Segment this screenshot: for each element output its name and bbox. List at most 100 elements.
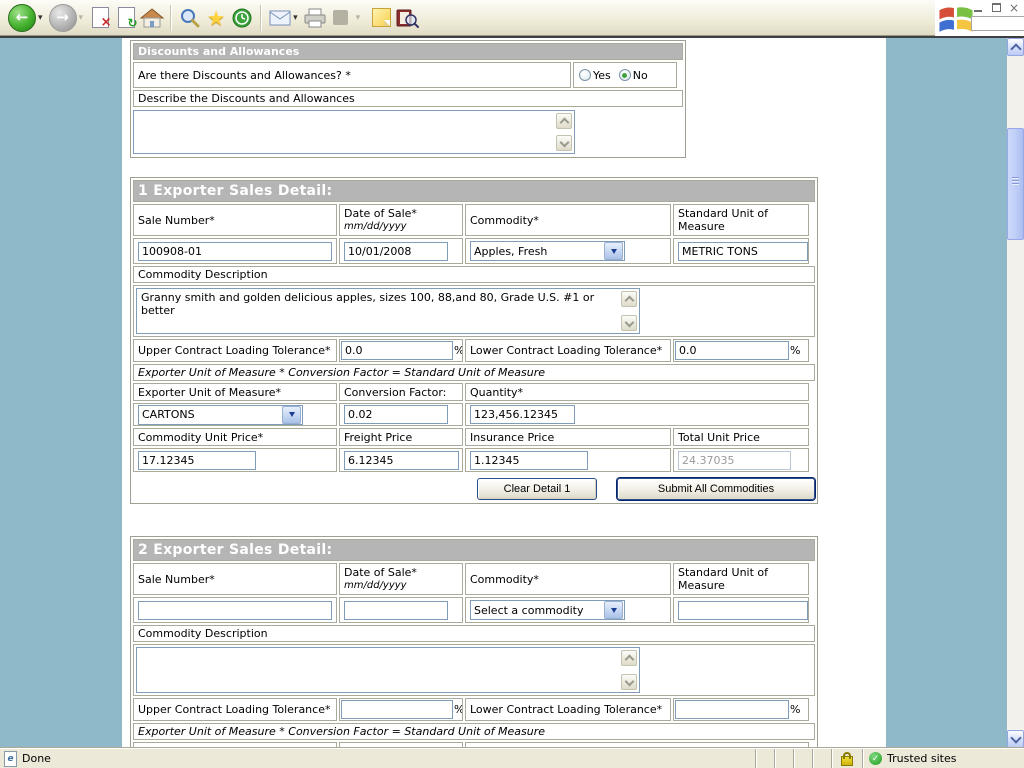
commodity-description-cell: Granny smith and golden delicious apples…: [133, 285, 815, 337]
research-icon: [395, 7, 419, 29]
commodity-select[interactable]: Apples, Fresh: [470, 241, 625, 261]
scroll-down-button[interactable]: [1007, 730, 1024, 748]
windows-logo-icon: [938, 3, 974, 34]
yes-label: Yes: [593, 69, 611, 82]
print-icon: [303, 8, 327, 28]
date-of-sale-input[interactable]: [344, 601, 448, 620]
insurance-price-label: Insurance Price: [465, 428, 671, 446]
submit-all-commodities-button[interactable]: Submit All Commodities: [617, 478, 815, 500]
freight-price-input[interactable]: [344, 451, 459, 470]
scroll-up-button[interactable]: [1007, 38, 1024, 56]
commodity-label: Commodity*: [465, 563, 671, 595]
standard-unit-input[interactable]: [678, 242, 808, 261]
close-button[interactable]: ×: [1008, 2, 1020, 13]
security-zone-text: Trusted sites: [887, 752, 957, 765]
home-icon: [140, 7, 164, 29]
status-bar: e Done ✓ Trusted sites: [0, 748, 1024, 768]
lock-icon: [841, 756, 853, 766]
textarea-scroll-down-icon[interactable]: [556, 135, 572, 151]
textarea-scroll-up-icon[interactable]: [621, 650, 637, 666]
commodity-description-textarea[interactable]: Granny smith and golden delicious apples…: [136, 288, 640, 334]
discounts-description-textarea[interactable]: [133, 110, 575, 154]
radio-unselected-icon: [579, 69, 591, 81]
research-button[interactable]: [394, 4, 420, 32]
security-zone-pane[interactable]: ✓ Trusted sites: [862, 749, 1024, 768]
commodity-description-label: Commodity Description: [133, 266, 815, 283]
minimize-button[interactable]: [972, 2, 984, 13]
upper-tolerance-label: Upper Contract Loading Tolerance*: [133, 698, 337, 721]
textarea-scroll-up-icon[interactable]: [556, 113, 572, 129]
discounts-header: Discounts and Allowances: [133, 43, 683, 60]
search-button[interactable]: [177, 4, 203, 32]
print-button[interactable]: [302, 4, 328, 32]
percent-sign: %: [790, 344, 800, 357]
upper-tolerance-label: Upper Contract Loading Tolerance*: [133, 339, 337, 362]
discounts-yes-radio[interactable]: Yes: [579, 69, 611, 82]
section-2-header: 2 Exporter Sales Detail:: [133, 539, 815, 561]
home-button[interactable]: [139, 4, 165, 32]
page-viewport: Discounts and Allowances Are there Disco…: [0, 38, 1024, 748]
forward-button[interactable]: → ▾: [47, 2, 86, 34]
statusbar-segment: [812, 749, 831, 768]
upper-tolerance-input[interactable]: [341, 341, 453, 360]
textarea-scroll-down-icon[interactable]: [621, 674, 637, 690]
mail-dropdown-icon[interactable]: ▾: [293, 13, 298, 23]
toolbar-separator: [260, 5, 262, 31]
lower-tolerance-label: Lower Contract Loading Tolerance*: [465, 698, 671, 721]
trusted-zone-icon: ✓: [869, 752, 882, 765]
mail-button[interactable]: ▾: [267, 2, 300, 34]
statusbar-segment: [774, 749, 793, 768]
exporter-unit-label: Exporter Unit of Measure*: [133, 383, 337, 401]
discounts-no-radio[interactable]: No: [619, 69, 648, 82]
commodity-unit-price-label: Commodity Unit Price*: [133, 428, 337, 446]
standard-unit-input[interactable]: [678, 601, 808, 620]
sale-number-label: Sale Number*: [133, 204, 337, 236]
browser-toolbar: ← ▾ → ▾ × ↻ ★: [0, 0, 1024, 36]
stop-icon: ×: [92, 7, 109, 28]
discuss-button[interactable]: [368, 4, 394, 32]
forward-icon: →: [49, 4, 77, 32]
commodity-select[interactable]: Select a commodity: [470, 600, 625, 620]
exporter-sales-detail-2-box: 2 Exporter Sales Detail: Sale Number* Da…: [130, 536, 818, 748]
percent-sign: %: [790, 703, 800, 716]
upper-tolerance-input[interactable]: [341, 700, 453, 719]
edit-button: [328, 4, 354, 32]
scrollbar-thumb[interactable]: [1007, 128, 1024, 240]
commodity-unit-price-input[interactable]: [138, 451, 256, 470]
back-button[interactable]: ← ▾: [6, 2, 45, 34]
favorites-button[interactable]: ★: [203, 4, 229, 32]
window-controls: ×: [972, 2, 1020, 13]
conversion-factor-input[interactable]: [344, 405, 448, 424]
statusbar-segment: [793, 749, 812, 768]
sale-number-input[interactable]: [138, 242, 332, 261]
back-dropdown-icon[interactable]: ▾: [38, 13, 43, 23]
textarea-scroll-up-icon[interactable]: [621, 291, 637, 307]
sale-number-input[interactable]: [138, 601, 332, 620]
history-button[interactable]: [229, 4, 255, 32]
commodity-description-textarea[interactable]: [136, 647, 640, 693]
percent-sign: %: [454, 344, 463, 357]
no-label: No: [633, 69, 648, 82]
lower-tolerance-input[interactable]: [675, 700, 789, 719]
edit-dropdown-icon: ▾: [356, 13, 361, 23]
discounts-question-label: Are there Discounts and Allowances? *: [133, 62, 571, 88]
chevron-down-icon: [282, 406, 301, 424]
refresh-icon: ↻: [118, 7, 135, 28]
vertical-scrollbar[interactable]: [1007, 38, 1024, 748]
total-unit-price-input: [678, 451, 791, 470]
lower-tolerance-input[interactable]: [675, 341, 789, 360]
restore-button[interactable]: [990, 2, 1002, 13]
date-of-sale-input[interactable]: [344, 242, 448, 261]
refresh-button[interactable]: ↻: [113, 4, 139, 32]
clear-detail-1-button[interactable]: Clear Detail 1: [477, 478, 597, 500]
exporter-unit-select[interactable]: CARTONS: [138, 405, 303, 425]
page-document-icon: e: [4, 751, 17, 767]
commodity-selected-value: Select a commodity: [474, 604, 603, 617]
textarea-scroll-down-icon[interactable]: [621, 315, 637, 331]
stop-button[interactable]: ×: [87, 4, 113, 32]
search-icon: [179, 7, 201, 29]
quantity-input[interactable]: [470, 405, 575, 424]
discuss-note-icon: [372, 8, 391, 27]
insurance-price-input[interactable]: [470, 451, 588, 470]
section-1-header: 1 Exporter Sales Detail:: [133, 180, 815, 202]
